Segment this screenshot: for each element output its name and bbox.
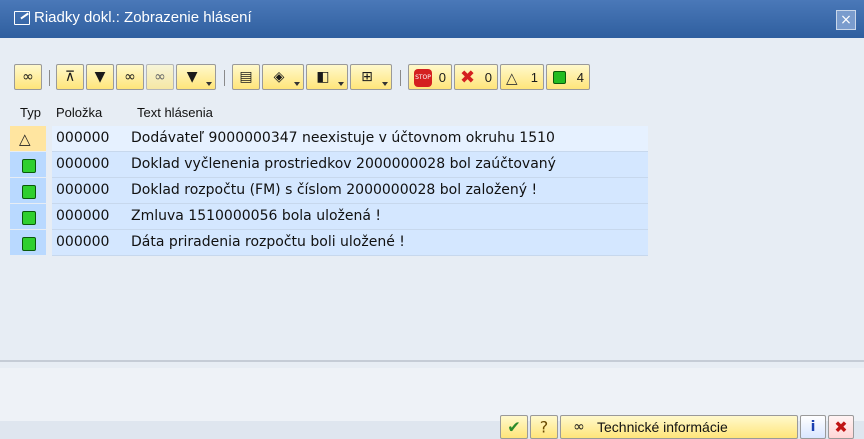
technical-info-label: Technické informácie [597,419,728,435]
message-text: Dáta priradenia rozpočtu boli uložené ! [131,234,405,250]
message-text: Zmluva 1510000056 bola uložená ! [131,208,382,224]
layout-button[interactable]: ⊞ [350,64,392,90]
filter-icon: ▼ [94,69,106,85]
binoculars-icon: ∞ [124,69,136,85]
table-row[interactable]: △ 000000 Dodávateľ 9000000347 neexistuje… [10,126,648,152]
header-text[interactable]: Text hlásenia [137,100,213,126]
message-text: Dodávateľ 9000000347 neexistuje v účtovn… [131,130,555,146]
type-cell [10,152,46,177]
divider [0,360,864,362]
close-icon: ✖ [834,417,848,437]
glasses-button[interactable]: ∞ [14,64,42,90]
table-row[interactable]: 000000 Zmluva 1510000056 bola uložená ! [10,204,648,230]
position-cell: 000000 [56,130,110,146]
table-row[interactable]: 000000 Doklad rozpočtu (FM) s číslom 200… [10,178,648,204]
table-row[interactable]: 000000 Doklad vyčlenenia prostriedkov 20… [10,152,648,178]
dropdown-arrow-icon [294,82,300,86]
binoculars-next-icon: ∞ [154,69,166,85]
dropdown-arrow-icon [338,82,344,86]
glasses-icon: ∞ [573,419,585,435]
document-icon [14,11,30,25]
filter-stop-button[interactable]: STOP 0 [408,64,452,90]
filter-funnel-icon: ▼ [186,69,198,85]
toolbar-separator [49,70,50,86]
error-count: 0 [484,70,492,85]
filter-button[interactable]: ▼ [86,64,114,90]
position-cell: 000000 [56,182,110,198]
stop-icon: STOP [414,69,432,87]
success-count: 4 [576,70,584,85]
find-button[interactable]: ∞ [116,64,144,90]
glasses-icon: ∞ [22,69,34,85]
type-cell [10,204,46,229]
warning-icon: △ [506,69,518,87]
message-dialog: Riadky dokl.: Zobrazenie hlásení × ∞ ⊼ ▼… [0,0,864,439]
type-cell [10,178,46,203]
print-button[interactable]: ▤ [232,64,260,90]
type-cell: △ [10,126,46,151]
info-icon: i [810,419,816,435]
views-button[interactable]: ◈ [262,64,304,90]
info-button[interactable]: i [800,415,826,439]
close-button[interactable]: × [836,10,856,30]
window-title: Riadky dokl.: Zobrazenie hlásení [34,9,252,26]
position-cell: 000000 [56,234,110,250]
success-icon [553,71,566,84]
stop-count: 0 [438,70,446,85]
success-icon [22,211,36,225]
technical-info-button[interactable]: ∞ Technické informácie [560,415,798,439]
help-icon: ? [539,417,549,437]
message-text: Doklad vyčlenenia prostriedkov 200000002… [131,156,556,172]
type-cell [10,230,46,255]
header-position[interactable]: Položka [56,100,102,126]
filter-error-button[interactable]: ✖ 0 [454,64,498,90]
toolbar-separator [400,70,401,86]
views-icon: ◈ [273,69,285,85]
ok-button[interactable]: ✔ [500,415,528,439]
warning-icon: △ [19,130,31,148]
header-type[interactable]: Typ [20,100,41,126]
title-bar: Riadky dokl.: Zobrazenie hlásení × [0,0,864,38]
help-button[interactable]: ? [530,415,558,439]
find-next-button[interactable]: ∞ [146,64,174,90]
table-row[interactable]: 000000 Dáta priradenia rozpočtu boli ulo… [10,230,648,256]
set-filter-button[interactable]: ▼ [176,64,216,90]
warning-count: 1 [530,70,538,85]
dropdown-arrow-icon [206,82,212,86]
success-icon [22,159,36,173]
filter-success-button[interactable]: 4 [546,64,590,90]
error-icon: ✖ [460,67,476,88]
sort-icon: ⊼ [64,69,76,85]
position-cell: 000000 [56,156,110,172]
export-button[interactable]: ◧ [306,64,348,90]
success-icon [22,237,36,251]
message-text: Doklad rozpočtu (FM) s číslom 2000000028… [131,182,538,198]
filter-warning-button[interactable]: △ 1 [500,64,544,90]
toolbar-separator [224,70,225,86]
checkmark-icon: ✔ [507,417,521,437]
footer: ✔ ? ∞ Technické informácie i ✖ [0,368,864,439]
success-icon [22,185,36,199]
printer-icon: ▤ [239,69,253,85]
sort-ascending-button[interactable]: ⊼ [56,64,84,90]
cancel-button[interactable]: ✖ [828,415,854,439]
dropdown-arrow-icon [382,82,388,86]
layout-grid-icon: ⊞ [361,69,373,85]
export-icon: ◧ [316,69,330,85]
position-cell: 000000 [56,208,110,224]
